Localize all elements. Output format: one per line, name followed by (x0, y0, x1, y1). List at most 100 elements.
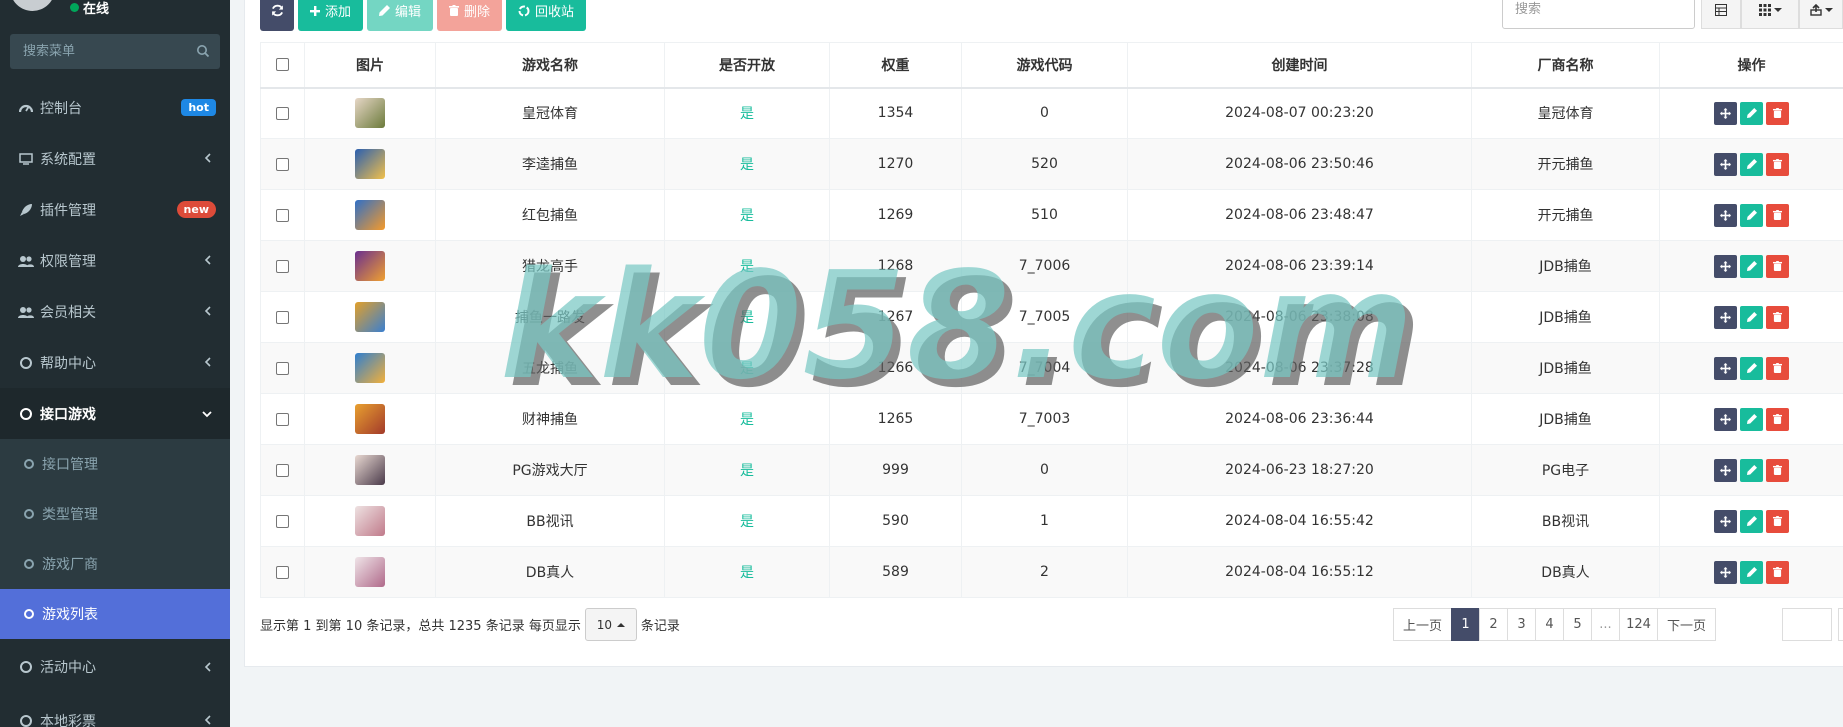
game-thumbnail[interactable] (355, 404, 385, 434)
next-page-button[interactable]: 下一页 (1657, 608, 1716, 641)
page-button-5[interactable]: 5 (1563, 608, 1592, 641)
page-button-3[interactable]: 3 (1507, 608, 1536, 641)
cell-open[interactable]: 是 (664, 87, 830, 139)
table-search-input[interactable] (1503, 0, 1694, 28)
row-checkbox[interactable] (276, 106, 289, 120)
row-delete-button[interactable] (1766, 305, 1789, 329)
sidebar-item-lottery[interactable]: 本地彩票 (0, 695, 230, 727)
row-edit-button[interactable] (1740, 101, 1763, 125)
game-thumbnail[interactable] (355, 506, 385, 536)
select-all-checkbox[interactable] (276, 58, 289, 72)
drag-sort-button[interactable] (1714, 407, 1737, 431)
row-edit-button[interactable] (1740, 254, 1763, 278)
sidebar-item-activities[interactable]: 活动中心 (0, 639, 230, 695)
row-delete-button[interactable] (1766, 152, 1789, 176)
row-checkbox[interactable] (276, 514, 289, 528)
row-edit-button[interactable] (1740, 203, 1763, 227)
row-delete-button[interactable] (1766, 458, 1789, 482)
sidebar-item-plugins[interactable]: 插件管理 new (0, 184, 230, 235)
page-button-1[interactable]: 1 (1451, 608, 1480, 641)
column-header-vendor[interactable]: 厂商名称 (1471, 42, 1660, 89)
column-header-image[interactable]: 图片 (304, 42, 436, 89)
cell-open[interactable]: 是 (664, 138, 830, 190)
column-header-created[interactable]: 创建时间 (1127, 42, 1472, 89)
game-thumbnail[interactable] (355, 455, 385, 485)
cell-open[interactable]: 是 (664, 495, 830, 547)
row-checkbox[interactable] (276, 412, 289, 426)
row-edit-button[interactable] (1740, 152, 1763, 176)
game-thumbnail[interactable] (355, 98, 385, 129)
toggle-view-button[interactable] (1701, 0, 1741, 29)
page-button-last[interactable]: 124 (1619, 608, 1658, 641)
cell-open[interactable]: 是 (664, 342, 830, 394)
game-thumbnail[interactable] (355, 353, 385, 383)
sidebar-item-game-list[interactable]: 游戏列表 (0, 589, 230, 639)
drag-sort-button[interactable] (1714, 254, 1737, 278)
sidebar-item-members[interactable]: 会员相关 (0, 286, 230, 337)
row-delete-button[interactable] (1766, 101, 1789, 125)
column-header-name[interactable]: 游戏名称 (435, 42, 665, 89)
row-checkbox[interactable] (276, 565, 289, 579)
row-delete-button[interactable] (1766, 509, 1789, 533)
page-jump-input[interactable] (1782, 608, 1832, 641)
edit-button[interactable]: 编辑 (367, 0, 434, 31)
drag-sort-button[interactable] (1714, 560, 1737, 584)
sidebar-item-type-manage[interactable]: 类型管理 (0, 489, 230, 539)
drag-sort-button[interactable] (1714, 458, 1737, 482)
game-thumbnail[interactable] (355, 302, 385, 332)
page-jump-button[interactable] (1838, 608, 1843, 641)
game-thumbnail[interactable] (355, 557, 385, 587)
row-edit-button[interactable] (1740, 407, 1763, 431)
sidebar-item-dashboard[interactable]: 控制台 hot (0, 82, 230, 133)
sidebar-item-permissions[interactable]: 权限管理 (0, 235, 230, 286)
row-checkbox[interactable] (276, 259, 289, 273)
row-checkbox[interactable] (276, 310, 289, 324)
page-size-select[interactable]: 10 (584, 608, 637, 641)
drag-sort-button[interactable] (1714, 152, 1737, 176)
drag-sort-button[interactable] (1714, 356, 1737, 380)
cell-open[interactable]: 是 (664, 189, 830, 241)
sidebar-item-help[interactable]: 帮助中心 (0, 337, 230, 388)
row-checkbox[interactable] (276, 361, 289, 375)
row-delete-button[interactable] (1766, 254, 1789, 278)
row-checkbox[interactable] (276, 463, 289, 477)
row-delete-button[interactable] (1766, 560, 1789, 584)
drag-sort-button[interactable] (1714, 509, 1737, 533)
column-header-open[interactable]: 是否开放 (664, 42, 830, 89)
sidebar-item-api-manage[interactable]: 接口管理 (0, 439, 230, 489)
cell-open[interactable]: 是 (664, 240, 830, 292)
sidebar-item-api-games[interactable]: 接口游戏 (0, 388, 230, 439)
sidebar-item-system-config[interactable]: 系统配置 (0, 133, 230, 184)
column-header-code[interactable]: 游戏代码 (961, 42, 1128, 89)
game-thumbnail[interactable] (355, 251, 385, 281)
row-edit-button[interactable] (1740, 458, 1763, 482)
avatar[interactable] (10, 0, 55, 11)
recycle-bin-button[interactable]: 回收站 (506, 0, 587, 31)
row-edit-button[interactable] (1740, 509, 1763, 533)
refresh-button[interactable] (260, 0, 294, 31)
row-checkbox[interactable] (276, 208, 289, 222)
drag-sort-button[interactable] (1714, 101, 1737, 125)
search-icon[interactable] (196, 44, 210, 58)
prev-page-button[interactable]: 上一页 (1393, 608, 1452, 641)
columns-button[interactable] (1741, 0, 1799, 29)
export-button[interactable] (1799, 0, 1843, 29)
sidebar-search-input[interactable] (10, 34, 220, 69)
game-thumbnail[interactable] (355, 200, 385, 230)
row-delete-button[interactable] (1766, 203, 1789, 227)
row-delete-button[interactable] (1766, 356, 1789, 380)
column-header-weight[interactable]: 权重 (829, 42, 962, 89)
sidebar-item-vendors[interactable]: 游戏厂商 (0, 539, 230, 589)
row-edit-button[interactable] (1740, 356, 1763, 380)
cell-open[interactable]: 是 (664, 444, 830, 496)
page-button-2[interactable]: 2 (1479, 608, 1508, 641)
cell-open[interactable]: 是 (664, 291, 830, 343)
cell-open[interactable]: 是 (664, 546, 830, 598)
game-thumbnail[interactable] (355, 149, 385, 179)
row-edit-button[interactable] (1740, 560, 1763, 584)
cell-open[interactable]: 是 (664, 393, 830, 445)
page-button-4[interactable]: 4 (1535, 608, 1564, 641)
delete-button[interactable]: 删除 (437, 0, 503, 31)
row-checkbox[interactable] (276, 157, 289, 171)
row-edit-button[interactable] (1740, 305, 1763, 329)
